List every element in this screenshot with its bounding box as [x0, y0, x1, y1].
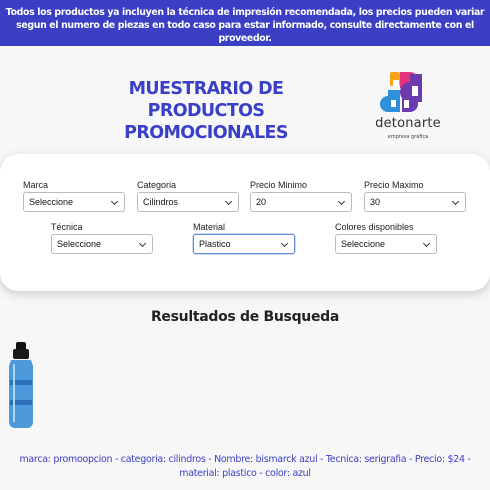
precio-maximo-select-value: 30 [370, 197, 381, 207]
colores-select[interactable]: Seleccione [335, 234, 437, 254]
tecnica-select[interactable]: Seleccione [51, 234, 153, 254]
filter-precio-minimo-label: Precio Minimo [250, 180, 308, 190]
filter-categoria-label: Categoria [137, 180, 177, 190]
filter-tecnica-label: Técnica [51, 222, 83, 232]
filter-marca: Marca Seleccione [23, 180, 125, 212]
categoria-select-value: Cilindros [143, 197, 179, 207]
chevron-down-icon [337, 197, 346, 206]
categoria-select[interactable]: Cilindros [137, 192, 239, 212]
filter-categoria: Categoria Cilindros [137, 180, 239, 212]
info-banner: Todos los productos ya incluyen la técni… [0, 0, 490, 46]
chevron-down-icon [422, 239, 431, 248]
chevron-down-icon [224, 197, 233, 206]
results-title: Resultados de Busqueda [150, 309, 340, 325]
precio-maximo-select[interactable]: 30 [364, 192, 466, 212]
detonarte-logo: detonarte empresa gráfica [366, 66, 448, 144]
filter-precio-minimo: Precio Minimo 20 [250, 180, 352, 212]
filter-material: Material Plastico [193, 222, 295, 254]
page-title: MUESTRARIO DE PRODUCTOS PROMOCIONALES [124, 79, 288, 143]
brand-header: MUESTRARIO DE PRODUCTOS PROMOCIONALES de… [0, 62, 490, 152]
logo-tagline: empresa gráfica [387, 134, 429, 140]
filter-colores: Colores disponibles Seleccione [335, 222, 437, 254]
material-select-value: Plastico [199, 239, 231, 249]
chevron-down-icon [451, 197, 460, 206]
product-image[interactable] [6, 340, 46, 430]
colores-select-value: Seleccione [341, 239, 386, 249]
chevron-down-icon [280, 239, 289, 248]
material-select[interactable]: Plastico [193, 234, 295, 254]
logo-wordmark: detonarte [375, 116, 441, 131]
filter-precio-maximo-label: Precio Maximo [364, 180, 424, 190]
marca-select-value: Seleccione [29, 197, 74, 207]
filter-material-label: Material [193, 222, 226, 232]
info-banner-text: Todos los productos ya incluyen la técni… [5, 7, 485, 44]
water-bottle-icon [9, 342, 33, 428]
filter-marca-label: Marca [23, 180, 49, 190]
chevron-down-icon [110, 197, 119, 206]
precio-minimo-select[interactable]: 20 [250, 192, 352, 212]
filter-panel: Marca Seleccione Categoria Cilindros Pre… [0, 154, 490, 291]
product-description[interactable]: marca: promoopcion - categoria: cilindro… [4, 453, 486, 481]
filter-tecnica: Técnica Seleccione [51, 222, 153, 254]
precio-minimo-select-value: 20 [256, 197, 267, 207]
filter-colores-label: Colores disponibles [335, 222, 414, 232]
tecnica-select-value: Seleccione [57, 239, 102, 249]
chevron-down-icon [138, 239, 147, 248]
marca-select[interactable]: Seleccione [23, 192, 125, 212]
filter-precio-maximo: Precio Maximo 30 [364, 180, 466, 212]
logo-mark-icon [380, 72, 422, 112]
